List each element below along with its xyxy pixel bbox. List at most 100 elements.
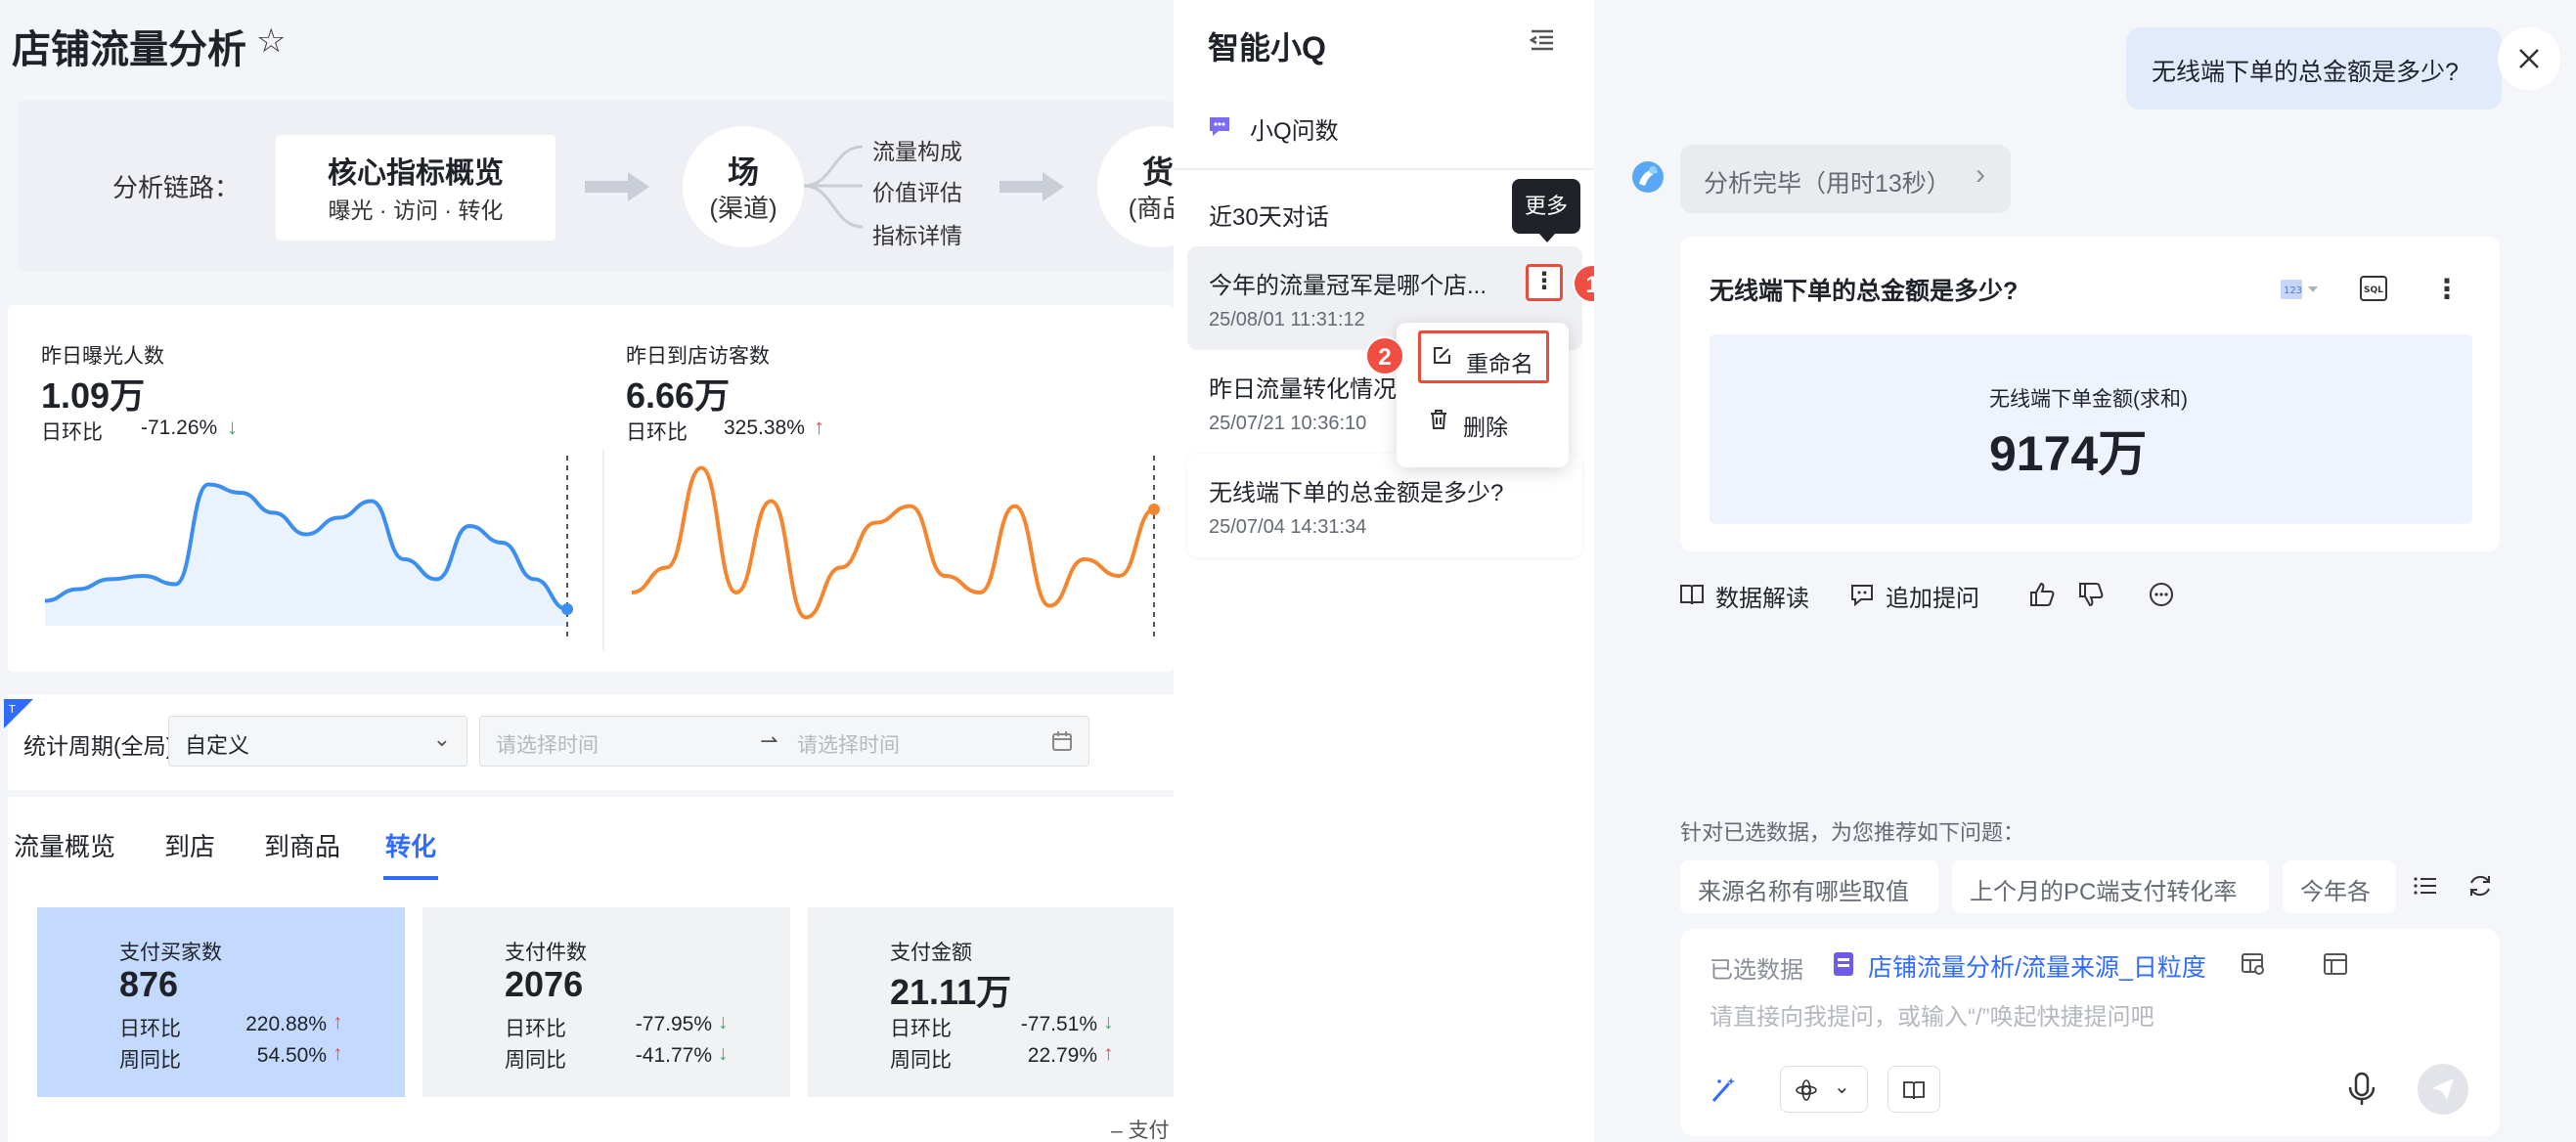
edit-icon [1434, 347, 1450, 364]
thumbs-up-icon[interactable] [2028, 581, 2056, 608]
svg-text:123: 123 [2284, 286, 2302, 296]
recommend-label: 针对已选数据，为您推荐如下问题： [1680, 820, 2025, 845]
suggestion-chip[interactable]: 今年各 [2283, 860, 2396, 913]
follow-up-button[interactable]: 追加提问 [1886, 579, 1979, 613]
qask-nav-item[interactable]: 小Q问数 [1250, 111, 1339, 146]
start-date-input[interactable]: 请选择时间 [496, 729, 599, 759]
tab-goods[interactable]: 到商品 [264, 827, 340, 863]
sql-icon[interactable]: SQL [2359, 274, 2388, 303]
list-icon[interactable] [2412, 872, 2439, 900]
arrow-down-icon: ↓ [718, 1011, 729, 1033]
tab-conversion[interactable]: 转化 [385, 827, 436, 863]
card-more-icon[interactable]: ⋮ [2433, 272, 2461, 307]
conversation-item[interactable]: 无线端下单的总金额是多少? 25/07/04 14:31:34 [1187, 454, 1582, 557]
core-metrics-node[interactable]: 核心指标概览 曝光 · 访问 · 转化 [276, 135, 555, 241]
kpi-card-items[interactable]: 支付件数 2076 日环比 -77.95% ↓ 周同比 -41.77% ↓ [422, 907, 790, 1097]
close-button[interactable] [2498, 27, 2560, 90]
svg-text:T: T [8, 703, 16, 716]
thumbs-down-icon[interactable] [2077, 581, 2105, 608]
branch-item-detail[interactable]: 指标详情 [872, 217, 962, 250]
chart-type-icon[interactable]: 123 [2279, 278, 2322, 301]
data-interpret-button[interactable]: 数据解读 [1715, 579, 1809, 613]
calendar-icon [1052, 731, 1072, 751]
kpi-ratio-value: 54.50% [256, 1044, 327, 1067]
history-section-title: 近30天对话 [1209, 204, 1329, 231]
rename-menu-item[interactable]: 重命名 [1418, 330, 1549, 383]
model-select[interactable]: ⌄ [1780, 1066, 1868, 1113]
visitor-line-chart [631, 456, 1160, 637]
metric-label: 昨日到店访客数 [626, 345, 770, 368]
user-message-text: 无线端下单的总金额是多少? [2152, 59, 2459, 86]
more-horizontal-icon[interactable] [2148, 581, 2175, 608]
kpi-ratio-value: 220.88% [245, 1013, 327, 1035]
metric-value: 6.66万 [626, 375, 731, 416]
dataset-icon [1834, 952, 1853, 976]
conversation-time: 25/07/21 10:36:10 [1209, 413, 1367, 434]
star-icon[interactable]: ☆ [256, 23, 291, 59]
delete-label: 删除 [1463, 415, 1508, 440]
kpi-card-buyers[interactable]: 支付买家数 876 日环比 220.88% ↑ 周同比 54.50% ↑ [37, 907, 405, 1097]
branch-item-value[interactable]: 价值评估 [872, 174, 962, 207]
period-label: 统计周期(全局) [23, 733, 174, 759]
kpi-ratio-label: 周同比 [890, 1049, 952, 1072]
selected-data-label: 已选数据 [1710, 957, 1803, 984]
kpi-ratio-value: -41.77% [635, 1044, 712, 1067]
user-message-bubble: 无线端下单的总金额是多少? [2126, 27, 2502, 110]
filter-corner-icon: T [4, 699, 33, 728]
chain-label: 分析链路： [112, 173, 241, 202]
answer-card-title: 无线端下单的总金额是多少? [1710, 278, 2019, 305]
chart-point [1148, 504, 1160, 515]
arrow-down-icon: ↓ [718, 1042, 729, 1065]
metric-ratio-value: 325.38% [724, 417, 805, 439]
goods-node-sub: (商品 [1128, 194, 1174, 223]
table-switch-icon[interactable] [2322, 950, 2349, 978]
end-date-input[interactable]: 请选择时间 [797, 729, 900, 759]
metric-ratio-label: 日环比 [626, 421, 688, 444]
refresh-icon[interactable] [2466, 872, 2494, 900]
kpi-ratio-label: 日环比 [890, 1018, 952, 1040]
conversation-title: 无线端下单的总金额是多少? [1209, 480, 1504, 506]
tab-store[interactable]: 到店 [164, 827, 215, 863]
delete-menu-item[interactable]: 删除 [1418, 397, 1549, 450]
kpi-ratio-label: 日环比 [505, 1018, 566, 1040]
microphone-icon[interactable] [2345, 1072, 2378, 1107]
chart-series-line [631, 465, 1155, 620]
more-options-button[interactable]: ⋮ [1526, 264, 1563, 301]
exposure-line-chart [44, 456, 573, 637]
kpi-label: 支付买家数 [119, 942, 222, 964]
kpi-card-amount[interactable]: 支付金额 21.11万 日环比 -77.51% ↓ 周同比 22.79% ↑ [808, 907, 1174, 1097]
kpi-ratio-label: 日环比 [119, 1018, 181, 1040]
table-search-icon[interactable] [2240, 950, 2267, 978]
tab-overview[interactable]: 流量概览 [14, 827, 115, 863]
branch-item-composition[interactable]: 流量构成 [872, 133, 962, 166]
chat-input-field[interactable]: 请直接向我提问，或输入“/”唤起快捷提问吧 [1710, 997, 2154, 1032]
suggestion-chip[interactable]: 来源名称有哪些取值 [1680, 860, 1938, 913]
core-metrics-sub: 曝光 · 访问 · 转化 [328, 198, 504, 223]
period-select[interactable]: 自定义 ⌄ [168, 716, 467, 767]
dashboard-panel: 店铺流量分析 ☆ 分析链路： 核心指标概览 曝光 · 访问 · 转化 场 (渠道… [0, 0, 1174, 1142]
arrow-up-icon: ↑ [333, 1042, 343, 1065]
kpi-ratio-value: -77.51% [1020, 1013, 1097, 1035]
qask-icon [1210, 117, 1229, 136]
goods-node-main: 货 [1141, 154, 1174, 190]
conversation-title: 今年的流量冠军是哪个店... [1209, 273, 1488, 299]
send-button[interactable] [2418, 1064, 2468, 1115]
channel-node-sub: (渠道) [709, 194, 777, 223]
kpi-value: 876 [119, 964, 179, 1004]
magic-wand-icon[interactable] [1708, 1074, 1739, 1105]
collapse-menu-icon[interactable] [1528, 25, 1557, 55]
suggestion-chip[interactable]: 上个月的PC端支付转化率 [1952, 860, 2269, 913]
channel-node[interactable]: 场 (渠道) [683, 126, 804, 247]
trash-icon [1431, 410, 1446, 429]
legend-stub-label: 支付 [1128, 1120, 1170, 1142]
page-title: 店铺流量分析 [12, 28, 246, 71]
analysis-status-button[interactable]: 分析完毕（用时13秒） › [1680, 145, 2011, 213]
knowledge-button[interactable] [1888, 1066, 1940, 1113]
book-icon [1680, 585, 1704, 605]
kpi-value: 21.11万 [890, 972, 1012, 1012]
date-range-picker[interactable]: 请选择时间 ⇀ 请选择时间 [479, 716, 1089, 767]
conversation-time: 25/08/01 11:31:12 [1209, 309, 1365, 330]
metric-divider [602, 450, 604, 650]
selected-dataset-link[interactable]: 店铺流量分析/流量来源_日粒度 [1868, 948, 2206, 984]
core-metrics-title: 核心指标概览 [328, 157, 504, 190]
